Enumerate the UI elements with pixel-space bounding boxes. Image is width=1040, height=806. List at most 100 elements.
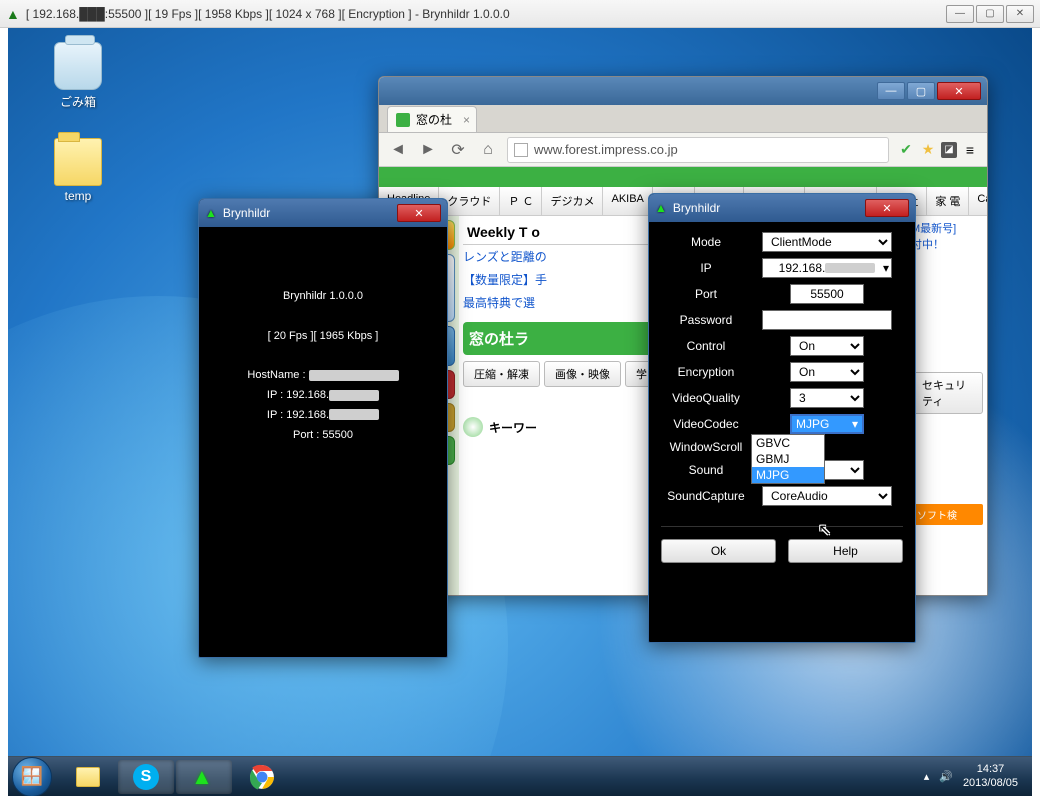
- help-button[interactable]: Help: [788, 539, 903, 563]
- dropdown-option[interactable]: GBMJ: [752, 451, 824, 467]
- close-button[interactable]: ✕: [1006, 5, 1034, 23]
- minimize-button[interactable]: —: [946, 5, 974, 23]
- dropdown-option-selected[interactable]: MJPG: [752, 467, 824, 483]
- clock[interactable]: 14:37 2013/08/05: [963, 763, 1018, 789]
- tray-arrow-icon[interactable]: ▴: [924, 770, 930, 783]
- browser-maximize-button[interactable]: ▢: [907, 82, 935, 100]
- trash-icon: [54, 42, 102, 90]
- tab-title: 窓の杜: [416, 111, 452, 128]
- category-button[interactable]: セキュリティ: [911, 372, 983, 414]
- tab-close-icon[interactable]: ×: [463, 113, 470, 127]
- browser-toolbar: ◄ ► ⟳ ⌂ www.forest.impress.co.jp ✔ ★ ◪ ≡: [379, 133, 987, 167]
- secure-icon[interactable]: ✔: [897, 141, 915, 159]
- system-tray[interactable]: ▴ 🔊 14:37 2013/08/05: [924, 763, 1028, 789]
- status-stats-line: [ 20 Fps ][ 1965 Kbps ]: [209, 327, 437, 347]
- explorer-taskbar-button[interactable]: [60, 760, 116, 794]
- browser-tab[interactable]: 窓の杜 ×: [387, 106, 477, 132]
- brynhildr-taskbar-button[interactable]: ▲: [176, 760, 232, 794]
- clock-date: 2013/08/05: [963, 777, 1018, 790]
- category-button[interactable]: 画像・映像: [544, 361, 621, 387]
- keyword-label: キーワー: [489, 419, 537, 436]
- status-host-line: HostName :: [209, 366, 437, 386]
- sound-label: Sound: [661, 463, 751, 477]
- soundcapture-select[interactable]: CoreAudio: [762, 486, 892, 506]
- status-app-line: Brynhildr 1.0.0.0: [209, 287, 437, 307]
- category-button[interactable]: 圧縮・解凍: [463, 361, 540, 387]
- mode-select[interactable]: ClientMode: [762, 232, 892, 252]
- start-button[interactable]: 🪟: [12, 757, 52, 797]
- soundcapture-label: SoundCapture: [661, 489, 751, 503]
- status-ip1-line: IP : 192.168.: [209, 386, 437, 406]
- nav-item[interactable]: デジカメ: [542, 187, 603, 215]
- browser-close-button[interactable]: ✕: [937, 82, 981, 100]
- encryption-select[interactable]: On: [790, 362, 864, 382]
- status-close-button[interactable]: ✕: [397, 204, 441, 222]
- ok-button[interactable]: Ok: [661, 539, 776, 563]
- nav-item[interactable]: AKIBA: [603, 187, 652, 215]
- videoquality-select[interactable]: 3: [790, 388, 864, 408]
- maximize-button[interactable]: ▢: [976, 5, 1004, 23]
- temp-folder-label: temp: [38, 189, 118, 203]
- recycle-bin-label: ごみ箱: [38, 93, 118, 110]
- app-icon: ▲: [655, 201, 667, 215]
- right-link[interactable]: M最新号]: [911, 223, 956, 235]
- browser-tab-strip: 窓の杜 ×: [379, 105, 987, 133]
- settings-title-text: Brynhildr: [673, 201, 720, 215]
- ip-select[interactable]: 192.168.▾: [762, 258, 892, 278]
- taskbar: 🪟 S ▲ ▴ 🔊 14:37 2013/08/05: [8, 756, 1032, 796]
- mode-label: Mode: [661, 235, 751, 249]
- videoquality-label: VideoQuality: [661, 391, 751, 405]
- address-bar[interactable]: www.forest.impress.co.jp: [507, 137, 889, 163]
- temp-folder-icon[interactable]: temp: [38, 138, 118, 203]
- soft-search-button[interactable]: ソフト検: [911, 504, 983, 525]
- settings-body: Mode ClientMode IP 192.168.▾ Port Passwo…: [649, 222, 915, 575]
- browser-minimize-button[interactable]: —: [877, 82, 905, 100]
- back-button[interactable]: ◄: [387, 139, 409, 161]
- ip-label: IP: [661, 261, 751, 275]
- settings-window[interactable]: ▲ Brynhildr ✕ Mode ClientMode IP 192.168…: [648, 193, 916, 643]
- star-icon[interactable]: ★: [919, 141, 937, 159]
- app-icon: ▲: [205, 206, 217, 220]
- port-label: Port: [661, 287, 751, 301]
- clock-time: 14:37: [963, 763, 1018, 776]
- password-input[interactable]: [762, 310, 892, 330]
- reload-button[interactable]: ⟳: [447, 139, 469, 161]
- forward-button[interactable]: ►: [417, 139, 439, 161]
- status-title-text: Brynhildr: [223, 206, 270, 220]
- encryption-label: Encryption: [661, 365, 751, 379]
- nav-item[interactable]: Ｐ Ｃ: [500, 187, 542, 215]
- app-icon: ▲: [6, 6, 20, 22]
- url-text: www.forest.impress.co.jp: [534, 142, 678, 157]
- browser-titlebar[interactable]: — ▢ ✕: [379, 77, 987, 105]
- outer-title-text: [ 192.168.███:55500 ][ 19 Fps ][ 1958 Kb…: [26, 7, 510, 21]
- nav-item[interactable]: Car: [969, 187, 987, 215]
- skype-taskbar-button[interactable]: S: [118, 760, 174, 794]
- port-input[interactable]: [790, 284, 864, 304]
- nav-item[interactable]: クラウド: [439, 187, 500, 215]
- outer-titlebar[interactable]: ▲ [ 192.168.███:55500 ][ 19 Fps ][ 1958 …: [0, 0, 1040, 28]
- status-window[interactable]: ▲ Brynhildr ✕ Brynhildr 1.0.0.0 [ 20 Fps…: [198, 198, 448, 658]
- chrome-taskbar-button[interactable]: [234, 760, 290, 794]
- search-icon: [463, 417, 483, 437]
- recycle-bin-icon[interactable]: ごみ箱: [38, 42, 118, 110]
- status-titlebar[interactable]: ▲ Brynhildr ✕: [199, 199, 447, 227]
- settings-close-button[interactable]: ✕: [865, 199, 909, 217]
- videocodec-select[interactable]: MJPG▾: [790, 414, 864, 434]
- control-select[interactable]: On: [790, 336, 864, 356]
- windowscroll-label: WindowScroll: [661, 440, 751, 454]
- extension-icon[interactable]: ◪: [941, 142, 957, 158]
- outer-app-window: ▲ [ 192.168.███:55500 ][ 19 Fps ][ 1958 …: [0, 0, 1040, 806]
- volume-icon[interactable]: 🔊: [939, 770, 953, 783]
- remote-desktop-viewport[interactable]: ごみ箱 temp — ▢ ✕ 窓の杜 ×: [8, 28, 1032, 796]
- menu-icon[interactable]: ≡: [961, 141, 979, 159]
- videocodec-label: VideoCodec: [661, 417, 751, 431]
- page-icon: [514, 143, 528, 157]
- nav-item[interactable]: 家 電: [927, 187, 969, 215]
- folder-icon: [54, 138, 102, 186]
- password-label: Password: [661, 313, 751, 327]
- settings-titlebar[interactable]: ▲ Brynhildr ✕: [649, 194, 915, 222]
- videocodec-dropdown: GBVC GBMJ MJPG: [751, 434, 825, 484]
- dropdown-option[interactable]: GBVC: [752, 435, 824, 451]
- home-button[interactable]: ⌂: [477, 139, 499, 161]
- status-body: Brynhildr 1.0.0.0 [ 20 Fps ][ 1965 Kbps …: [199, 227, 447, 505]
